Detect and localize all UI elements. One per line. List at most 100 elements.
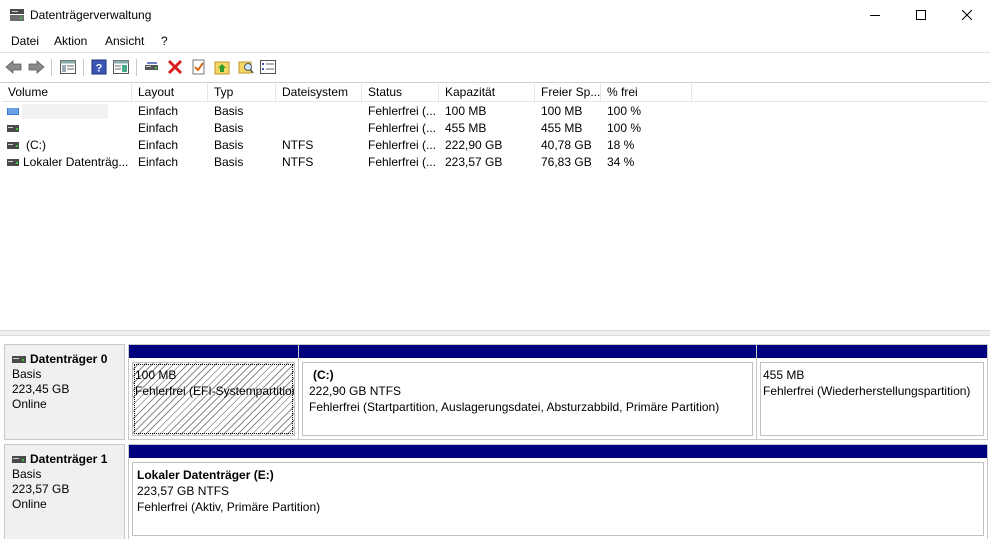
help-icon: ? — [91, 59, 107, 75]
disk-row-1: Datenträger 1 Basis 223,57 GB Online Lok… — [4, 444, 988, 539]
list-view-button[interactable] — [258, 57, 278, 77]
partition-body: Lokaler Datenträger (E:) 223,57 GB NTFS … — [132, 462, 984, 536]
search-folder-button[interactable] — [236, 57, 256, 77]
check-button[interactable] — [189, 57, 209, 77]
forward-button[interactable] — [26, 57, 46, 77]
table-row[interactable]: Einfach Basis Fehlerfrei (... 455 MB 455… — [2, 120, 988, 137]
disk-icon — [12, 356, 26, 363]
partition-status: Fehlerfrei (EFI-Systempartition) — [135, 384, 295, 398]
column-status[interactable]: Status — [362, 84, 439, 102]
menu-aktion[interactable]: Aktion — [54, 34, 87, 48]
cell-volume: (C:) — [26, 138, 46, 152]
disk-title: Datenträger 1 — [12, 452, 124, 467]
partition-size: 222,90 GB NTFS — [309, 384, 402, 398]
column-kapazitaet[interactable]: Kapazität — [439, 84, 535, 102]
column-freier-speicher[interactable]: Freier Sp... — [535, 84, 601, 102]
cell-kapazitaet: 222,90 GB — [445, 138, 503, 152]
partition-size: 223,57 GB NTFS — [137, 484, 230, 498]
disk-type: Basis — [12, 367, 42, 381]
disk-state: Online — [12, 397, 47, 411]
console-tree-icon — [60, 60, 76, 74]
delete-button[interactable] — [165, 57, 185, 77]
disk-row-0: Datenträger 0 Basis 223,45 GB Online 100… — [4, 344, 988, 440]
maximize-icon — [916, 10, 926, 20]
minimize-icon — [870, 15, 880, 16]
cell-dateisystem: NTFS — [282, 155, 314, 169]
cell-kapazitaet: 455 MB — [445, 121, 487, 135]
menu-ansicht[interactable]: Ansicht — [105, 34, 144, 48]
list-view-icon — [260, 60, 276, 74]
cell-dateisystem: NTFS — [282, 138, 314, 152]
cell-kapazitaet: 100 MB — [445, 104, 487, 118]
disk-info-panel[interactable]: Datenträger 0 Basis 223,45 GB Online — [4, 344, 125, 440]
cell-prozent-frei: 100 % — [607, 104, 642, 118]
disk-icon — [12, 456, 26, 463]
cell-prozent-frei: 100 % — [607, 121, 642, 135]
help-button[interactable]: ? — [89, 57, 109, 77]
partition-bar — [129, 445, 987, 458]
partition-bar — [129, 345, 298, 358]
partition-title: (C:) — [313, 368, 334, 382]
disk-info-panel[interactable]: Datenträger 1 Basis 223,57 GB Online — [4, 444, 125, 539]
cell-status: Fehlerfrei (... — [368, 155, 437, 169]
console-tree-button[interactable] — [58, 57, 78, 77]
cell-layout: Einfach — [138, 104, 179, 118]
partition-e[interactable]: Lokaler Datenträger (E:) 223,57 GB NTFS … — [128, 444, 988, 539]
menu-help[interactable]: ? — [161, 34, 168, 48]
disk-graphical-view: Datenträger 0 Basis 223,45 GB Online 100… — [0, 336, 990, 539]
cell-freier-speicher: 455 MB — [541, 121, 583, 135]
partition-bar — [299, 345, 756, 358]
cell-status: Fehlerfrei (... — [368, 104, 437, 118]
back-button[interactable] — [4, 57, 24, 77]
disk-type: Basis — [12, 467, 42, 481]
partition-recovery[interactable]: 455 MB Fehlerfrei (Wiederherstellungspar… — [756, 344, 988, 440]
cell-layout: Einfach — [138, 121, 179, 135]
disk-management-app-icon — [10, 9, 24, 21]
volume-list-header: Volume Layout Typ Dateisystem Status Kap… — [2, 84, 988, 102]
menu-bar: Datei Aktion Ansicht ? — [0, 30, 990, 52]
disk-state: Online — [12, 497, 47, 511]
disk-name: Datenträger 0 — [30, 352, 108, 366]
table-row[interactable]: (C:) Einfach Basis NTFS Fehlerfrei (... … — [2, 137, 988, 154]
volume-list[interactable]: Volume Layout Typ Dateisystem Status Kap… — [2, 84, 988, 330]
properties-button[interactable] — [111, 57, 131, 77]
column-volume[interactable]: Volume — [2, 84, 132, 102]
disk-size: 223,57 GB — [12, 482, 70, 496]
partition-efi[interactable]: 100 MB Fehlerfrei (EFI-Systempartition) — [128, 344, 299, 440]
maximize-button[interactable] — [898, 0, 944, 30]
partition-body: 455 MB Fehlerfrei (Wiederherstellungspar… — [760, 362, 984, 436]
table-row[interactable]: Lokaler Datenträg... Einfach Basis NTFS … — [2, 154, 988, 171]
connect-disk-button[interactable] — [142, 57, 162, 77]
title-bar[interactable]: Datenträgerverwaltung — [0, 0, 990, 30]
disk-title: Datenträger 0 — [12, 352, 124, 367]
cell-typ: Basis — [214, 155, 244, 169]
disk-management-window: Datenträgerverwaltung Datei Aktion Ansic… — [0, 0, 990, 539]
toolbar-separator — [51, 59, 52, 76]
folder-up-button[interactable] — [212, 57, 232, 77]
partition-c[interactable]: (C:) 222,90 GB NTFS Fehlerfrei (Startpar… — [298, 344, 757, 440]
cell-volume: Lokaler Datenträg... — [23, 155, 129, 169]
minimize-button[interactable] — [852, 0, 898, 30]
column-layout[interactable]: Layout — [132, 84, 208, 102]
toolbar-separator — [136, 59, 137, 76]
toolbar-divider — [0, 82, 990, 83]
close-icon — [962, 10, 972, 20]
partition-status: Fehlerfrei (Wiederherstellungspartition) — [763, 384, 971, 398]
cell-typ: Basis — [214, 138, 244, 152]
partition-bar — [757, 345, 987, 358]
cell-freier-speicher: 76,83 GB — [541, 155, 592, 169]
check-icon — [192, 59, 205, 75]
column-prozent-frei[interactable]: % frei — [601, 84, 692, 102]
window-title: Datenträgerverwaltung — [30, 8, 152, 22]
column-dateisystem[interactable]: Dateisystem — [276, 84, 362, 102]
cell-layout: Einfach — [138, 138, 179, 152]
volume-striped-icon — [7, 108, 19, 115]
menu-datei[interactable]: Datei — [11, 34, 39, 48]
cell-freier-speicher: 100 MB — [541, 104, 583, 118]
disk-name: Datenträger 1 — [30, 452, 108, 466]
volume-icon — [7, 125, 19, 132]
column-typ[interactable]: Typ — [208, 84, 276, 102]
close-button[interactable] — [944, 0, 990, 30]
svg-text:?: ? — [96, 63, 103, 75]
table-row[interactable]: Einfach Basis Fehlerfrei (... 100 MB 100… — [2, 103, 988, 120]
